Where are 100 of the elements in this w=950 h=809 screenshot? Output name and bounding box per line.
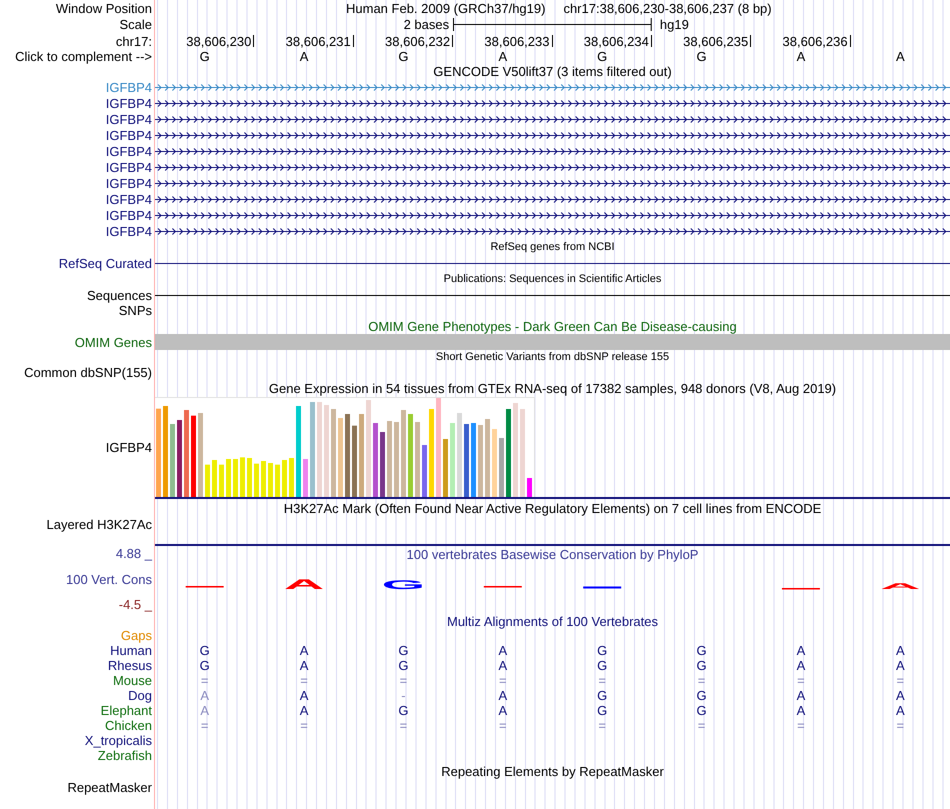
transcript-line[interactable]	[155, 162, 950, 172]
expression-bar	[247, 458, 252, 497]
track-label[interactable]: IGFBP4	[106, 176, 152, 190]
track-label[interactable]: Mouse	[112, 673, 152, 688]
track-label[interactable]: IGFBP4	[106, 192, 152, 206]
alignment-base: A	[300, 688, 308, 703]
track-label[interactable]: IGFBP4	[106, 160, 152, 174]
track-label[interactable]: Human	[110, 643, 152, 658]
transcript-line[interactable]	[155, 146, 950, 156]
expression-bar	[261, 461, 266, 497]
track-label[interactable]: IGFBP4	[106, 128, 152, 142]
alignment-base: A	[200, 688, 210, 703]
alignment-base: =	[200, 718, 208, 733]
alignment-base: A	[896, 703, 905, 718]
transcript-line[interactable]	[155, 226, 950, 236]
assembly-name: Human Feb. 2009 (GRCh37/hg19)	[346, 0, 546, 16]
alignment-base: A	[200, 703, 210, 718]
feature-line[interactable]	[155, 294, 950, 296]
track-label[interactable]: RepeatMasker	[67, 780, 152, 795]
axis-max-label: 4.88 _	[116, 546, 152, 561]
alignment-base: G	[597, 643, 608, 658]
expression-bar	[212, 460, 217, 497]
track-label[interactable]: IGFBP4	[106, 208, 152, 222]
expression-bar	[219, 464, 224, 497]
coordinate-label: 38,606,236	[782, 34, 848, 48]
complement-link[interactable]: Click to complement -->	[15, 48, 152, 64]
alignment-base: =	[200, 673, 208, 688]
expression-bar	[380, 432, 385, 497]
track-label[interactable]: OMIM Genes	[74, 334, 152, 350]
track-label[interactable]: IGFBP4	[106, 144, 152, 158]
logo-letter: A	[880, 582, 921, 591]
track-label[interactable]: X_tropicalis	[84, 733, 152, 748]
track-label[interactable]: Chicken	[105, 718, 152, 733]
tick-mark	[352, 35, 354, 47]
coordinate-label: 38,606,233	[484, 34, 550, 48]
track-label[interactable]: 100 Vert. Cons	[66, 572, 152, 586]
track-label[interactable]: IGFBP4	[106, 96, 152, 110]
transcript-line[interactable]	[155, 130, 950, 140]
track-label[interactable]: IGFBP4	[106, 224, 152, 238]
alignment-base: G	[696, 703, 707, 718]
alignment-base: =	[797, 718, 805, 733]
expression-bar	[422, 445, 427, 497]
alignment-base: =	[797, 673, 805, 688]
track-title: Multiz Alignments of 100 Vertebrates	[446, 614, 658, 628]
track-label[interactable]: Sequences	[86, 288, 152, 302]
transcript-line[interactable]	[155, 178, 950, 188]
scale-length: 2 bases	[404, 17, 450, 32]
axis-min-label: -4.5 _	[118, 597, 152, 612]
alignment-base: =	[400, 673, 408, 688]
alignment-base: -	[401, 688, 406, 703]
expression-bar	[275, 464, 280, 497]
expression-bar	[233, 459, 238, 497]
track-label[interactable]: Rhesus	[108, 658, 152, 673]
sequence-base: G	[398, 49, 408, 64]
alignment-base: G	[398, 703, 408, 718]
alignment-base: =	[896, 718, 904, 733]
track-label[interactable]: SNPs	[118, 303, 152, 318]
feature-line[interactable]	[155, 262, 950, 264]
coordinate-label: 38,606,231	[286, 34, 351, 48]
sequence-base: G	[597, 49, 608, 64]
alignment-base: A	[796, 658, 806, 673]
alignment-base: A	[300, 643, 308, 658]
alignment-base: A	[300, 658, 308, 673]
coordinate-label: 38,606,232	[385, 34, 450, 48]
alignment-base: A	[796, 688, 806, 703]
alignment-base: G	[200, 643, 210, 658]
track-label[interactable]: Layered H3K27Ac	[46, 516, 152, 532]
track-label[interactable]: IGFBP4	[106, 112, 152, 126]
alignment-base: =	[400, 718, 408, 733]
track-label[interactable]: Elephant	[100, 703, 152, 718]
coordinate-label: 38,606,230	[186, 34, 252, 48]
tick-mark	[650, 35, 652, 47]
sequence-base: G	[696, 49, 707, 64]
track-label[interactable]: IGFBP4	[106, 440, 152, 454]
alignment-base: A	[896, 643, 905, 658]
track-title: Gene Expression in 54 tissues from GTEx RNA-seq of 17382 samples, 948 donors (V8, Aug 2019)	[268, 381, 836, 396]
alignment-base: =	[499, 718, 507, 733]
alignment-base: A	[796, 643, 806, 658]
coordinate-label: 38,606,234	[584, 34, 649, 48]
track-label[interactable]: Zebrafish	[98, 748, 152, 763]
track-label[interactable]: IGFBP4	[106, 80, 152, 94]
alignment-base: =	[300, 718, 308, 733]
alignment-base: A	[498, 643, 508, 658]
alignment-base: =	[698, 718, 706, 733]
transcript-line[interactable]	[155, 114, 950, 124]
alignment-base: =	[300, 673, 308, 688]
track-label[interactable]: RefSeq Curated	[58, 256, 152, 270]
track-label[interactable]: Common dbSNP(155)	[24, 365, 152, 380]
transcript-line[interactable]	[155, 194, 950, 204]
alignment-base: A	[896, 658, 905, 673]
tick-mark	[253, 35, 254, 47]
tick-mark	[750, 35, 752, 47]
track-label[interactable]: Dog	[128, 688, 152, 703]
transcript-line[interactable]	[155, 98, 950, 108]
row-label: Window Position	[56, 0, 152, 16]
transcript-line[interactable]	[155, 210, 950, 220]
tick-mark	[850, 35, 851, 47]
alignment-base: A	[498, 703, 508, 718]
coordinate-label: 38,606,235	[683, 34, 748, 48]
alignment-base: G	[696, 688, 707, 703]
